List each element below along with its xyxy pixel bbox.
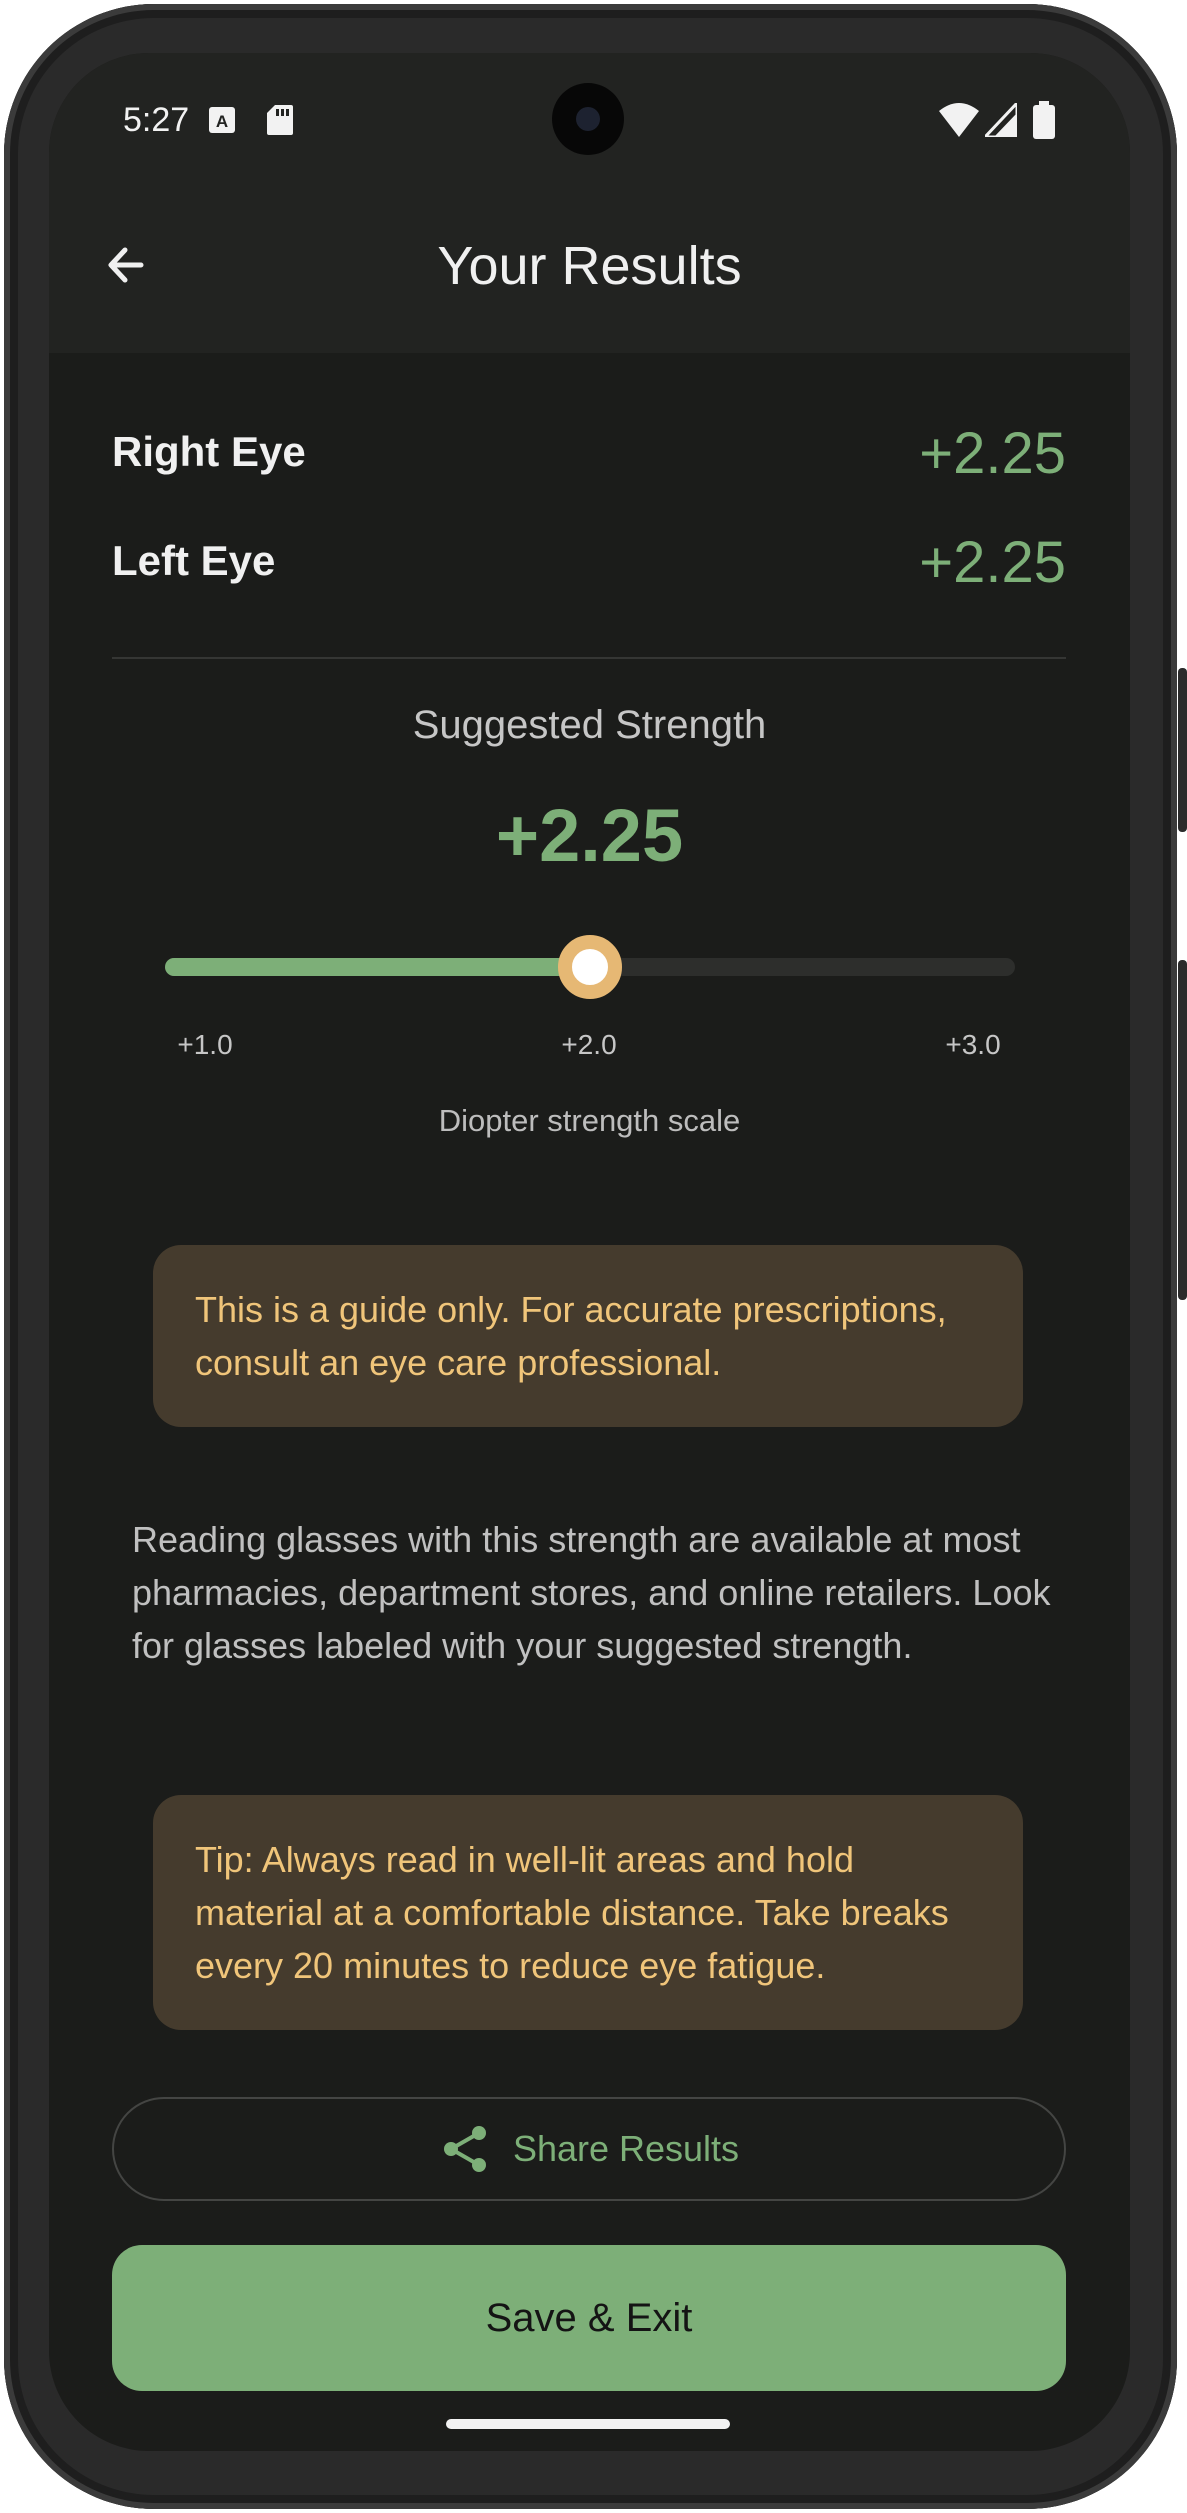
tick-label-min: +1.0 — [177, 1029, 233, 1060]
phone-device: 5:27 A Your Results Right Eye +2.25 Left… — [0, 0, 1187, 2513]
info-paragraph: Reading glasses with this strength are a… — [132, 1519, 1051, 1666]
share-results-button[interactable]: Share Results — [112, 2097, 1066, 2201]
save-exit-button[interactable]: Save & Exit — [112, 2245, 1066, 2391]
left-eye-label: Left Eye — [112, 537, 276, 584]
slider-thumb[interactable] — [558, 935, 622, 999]
tip-card: Tip: Always read in well-lit areas and h… — [153, 1795, 1023, 2030]
share-icon — [443, 2126, 486, 2172]
status-time: 5:27 — [123, 101, 190, 139]
suggested-strength-label: Suggested Strength — [412, 703, 767, 747]
right-eye-row: Right Eye +2.25 — [112, 410, 1066, 490]
volume-button — [1178, 668, 1187, 832]
power-button — [1178, 960, 1187, 1300]
wifi-icon — [939, 103, 979, 142]
tick-label-max: +3.0 — [945, 1029, 1001, 1060]
share-results-label: Share Results — [512, 2128, 740, 2169]
sd-card-icon — [267, 105, 293, 140]
page-title: Your Results — [437, 236, 742, 296]
svg-text:A: A — [216, 112, 228, 131]
strength-slider[interactable] — [165, 935, 1015, 999]
signal-icon — [981, 99, 1019, 142]
slider-fill — [165, 958, 590, 976]
scale-caption: Diopter strength scale — [438, 1103, 741, 1138]
right-eye-label: Right Eye — [112, 428, 306, 475]
app-bar: Your Results — [49, 183, 1130, 353]
tick-label-mid: +2.0 — [561, 1029, 617, 1060]
suggested-strength-value: +2.25 — [495, 794, 684, 877]
front-camera — [552, 83, 624, 155]
left-eye-row: Left Eye +2.25 — [112, 519, 1066, 599]
home-indicator[interactable] — [446, 2419, 730, 2429]
a-keyboard-icon: A — [209, 107, 235, 138]
status-bar: 5:27 A — [49, 53, 1130, 183]
left-eye-value: +2.25 — [919, 530, 1066, 595]
disclaimer-card: This is a guide only. For accurate presc… — [153, 1245, 1023, 1427]
right-eye-value: +2.25 — [919, 421, 1066, 486]
screen: 5:27 A Your Results Right Eye +2.25 Left… — [49, 53, 1130, 2451]
divider — [112, 657, 1066, 659]
battery-icon — [1033, 101, 1055, 144]
